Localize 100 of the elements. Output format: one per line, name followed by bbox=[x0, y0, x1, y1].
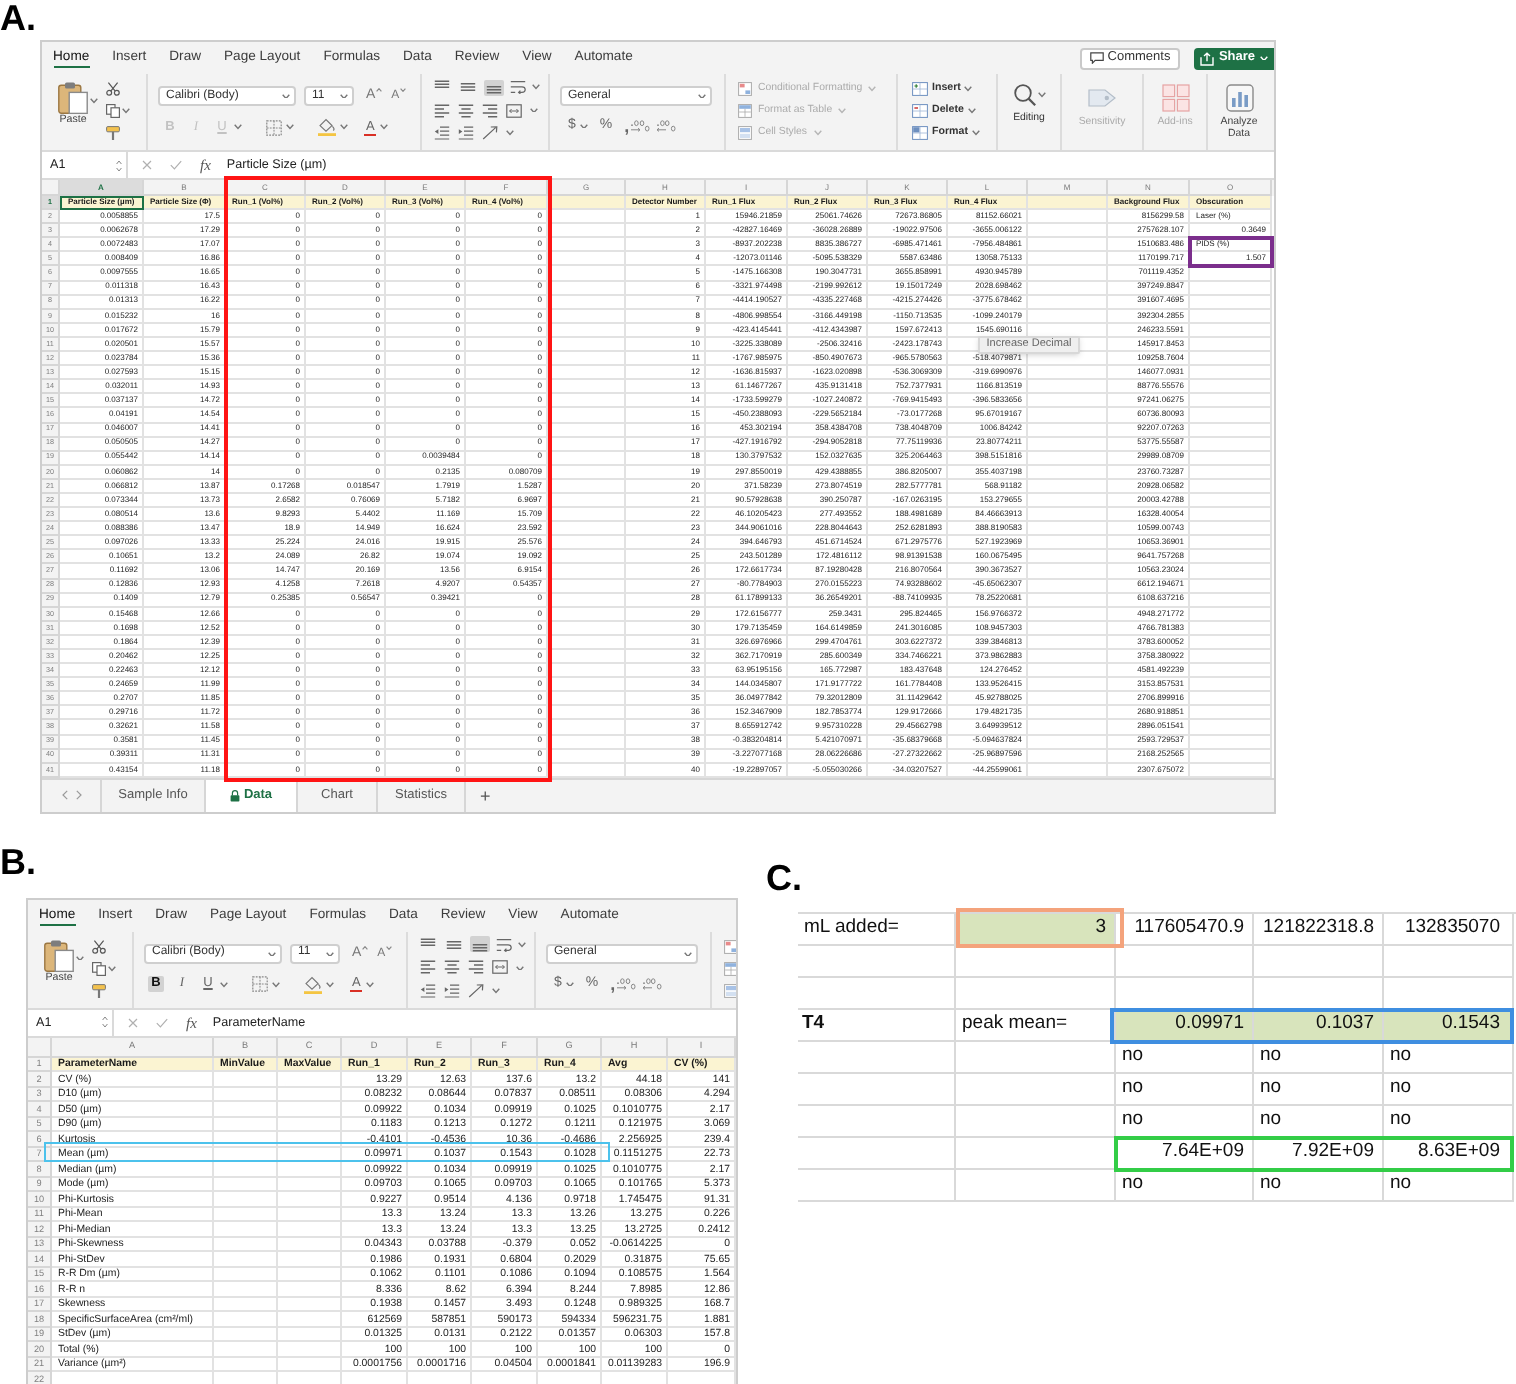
caret-icon bbox=[492, 988, 500, 994]
align-middle-icon bbox=[446, 937, 462, 952]
caret-icon bbox=[868, 86, 877, 92]
decrease-decimal-icon[interactable] bbox=[641, 977, 662, 990]
caret-icon bbox=[234, 124, 242, 130]
caret-icon bbox=[1037, 92, 1045, 98]
search-icon bbox=[1013, 84, 1035, 106]
increase-indent-icon[interactable] bbox=[458, 126, 474, 140]
caret-icon bbox=[340, 93, 348, 99]
table-format-icon bbox=[912, 126, 928, 140]
merge-cells-icon[interactable] bbox=[492, 960, 508, 975]
caret-icon bbox=[122, 108, 130, 114]
increase-decimal-icon[interactable] bbox=[629, 120, 650, 132]
diagonal-arrow-icon[interactable] bbox=[468, 983, 484, 998]
decrease-indent-icon[interactable] bbox=[420, 983, 436, 998]
increase-indent-icon[interactable] bbox=[444, 983, 460, 998]
caret-icon bbox=[684, 951, 692, 957]
wrap-text-icon[interactable] bbox=[510, 80, 526, 94]
fill-bucket-icon bbox=[304, 975, 322, 994]
caret-icon bbox=[220, 982, 228, 988]
paintbrush-icon bbox=[92, 983, 106, 998]
scissors-icon bbox=[92, 939, 106, 954]
align-middle-button[interactable] bbox=[444, 936, 464, 953]
panel-label: B. bbox=[0, 843, 38, 880]
panel-label: C. bbox=[766, 859, 804, 896]
comma-style-button[interactable]: , bbox=[624, 118, 630, 134]
add-sheet-button[interactable]: + bbox=[480, 779, 491, 812]
scissors-icon bbox=[106, 82, 120, 96]
caret-icon bbox=[399, 88, 406, 92]
caret-icon bbox=[506, 130, 514, 136]
up-down-arrows-icon bbox=[116, 159, 122, 171]
copy-icon bbox=[106, 104, 120, 118]
caret-icon bbox=[108, 966, 116, 972]
caret-icon bbox=[385, 945, 392, 950]
borders-icon bbox=[266, 119, 282, 135]
clipboard-icon bbox=[44, 939, 74, 972]
table-icon bbox=[738, 104, 752, 118]
caret-icon bbox=[516, 965, 524, 971]
align-middle-button[interactable] bbox=[458, 79, 478, 95]
align-left-icon[interactable] bbox=[434, 103, 450, 117]
caret-icon bbox=[375, 88, 382, 92]
caret-icon bbox=[530, 107, 538, 113]
clipboard-icon bbox=[58, 82, 88, 114]
comment-icon bbox=[1089, 52, 1104, 64]
caret-icon bbox=[971, 130, 980, 136]
increase-decimal-icon[interactable] bbox=[615, 977, 636, 990]
table-cell: peak mean= bbox=[956, 1009, 1116, 1042]
caret-icon bbox=[579, 123, 588, 129]
wrap-text-icon[interactable] bbox=[496, 937, 512, 952]
diagonal-arrow-icon[interactable] bbox=[482, 126, 498, 140]
align-top-icon bbox=[434, 80, 450, 94]
caret-icon bbox=[698, 93, 706, 99]
align-top-icon bbox=[420, 937, 436, 952]
caret-icon bbox=[286, 124, 294, 130]
align-middle-icon bbox=[460, 80, 476, 94]
caret-icon bbox=[361, 945, 368, 950]
caret-icon bbox=[272, 982, 280, 988]
caret-icon bbox=[268, 951, 276, 957]
panel-label: A. bbox=[0, 0, 38, 36]
caret-icon bbox=[340, 124, 348, 130]
align-right-icon[interactable] bbox=[468, 960, 484, 975]
caret-icon bbox=[366, 982, 375, 988]
align-center-icon[interactable] bbox=[458, 103, 474, 117]
align-bottom-icon bbox=[486, 80, 502, 94]
caret-icon bbox=[282, 93, 290, 99]
up-down-arrows-icon bbox=[102, 1016, 108, 1029]
borders-icon bbox=[252, 976, 268, 993]
table-cell: 3 bbox=[956, 913, 1116, 946]
align-right-icon[interactable] bbox=[482, 103, 498, 117]
table-cell: mL added= bbox=[798, 913, 956, 946]
colored-table-icon bbox=[738, 82, 752, 96]
align-left-icon[interactable] bbox=[420, 960, 436, 975]
empty-cell bbox=[1254, 945, 1384, 978]
caret-icon bbox=[326, 982, 334, 988]
table-cell: 132835070 bbox=[1384, 913, 1514, 946]
table-cell: no bbox=[1116, 1073, 1254, 1106]
caret-icon bbox=[967, 108, 976, 114]
check-icon[interactable] bbox=[170, 160, 182, 170]
align-center-icon[interactable] bbox=[444, 960, 460, 975]
align-bottom-button[interactable] bbox=[470, 936, 490, 953]
table-cell: T4 bbox=[798, 1009, 956, 1042]
merge-cells-icon[interactable] bbox=[506, 103, 522, 117]
empty-cell bbox=[1116, 945, 1254, 978]
table-cell: no bbox=[1254, 1073, 1384, 1106]
comma-style-button[interactable]: , bbox=[610, 975, 616, 992]
squares-grid-icon bbox=[1161, 84, 1189, 112]
caret-icon bbox=[326, 951, 334, 957]
table-cell: 121822318.8 bbox=[1254, 913, 1384, 946]
chart-icon bbox=[1225, 84, 1253, 112]
caret-icon bbox=[565, 981, 574, 987]
decrease-decimal-icon[interactable] bbox=[655, 120, 676, 132]
check-icon[interactable] bbox=[156, 1017, 168, 1028]
align-bottom-button[interactable] bbox=[484, 79, 504, 95]
lock-icon bbox=[229, 789, 240, 802]
paintbrush-icon bbox=[106, 126, 120, 140]
caret-icon bbox=[76, 955, 84, 961]
caret-icon bbox=[532, 84, 540, 90]
caret-icon bbox=[964, 86, 973, 92]
caret-icon bbox=[813, 130, 822, 136]
decrease-indent-icon[interactable] bbox=[434, 126, 450, 140]
